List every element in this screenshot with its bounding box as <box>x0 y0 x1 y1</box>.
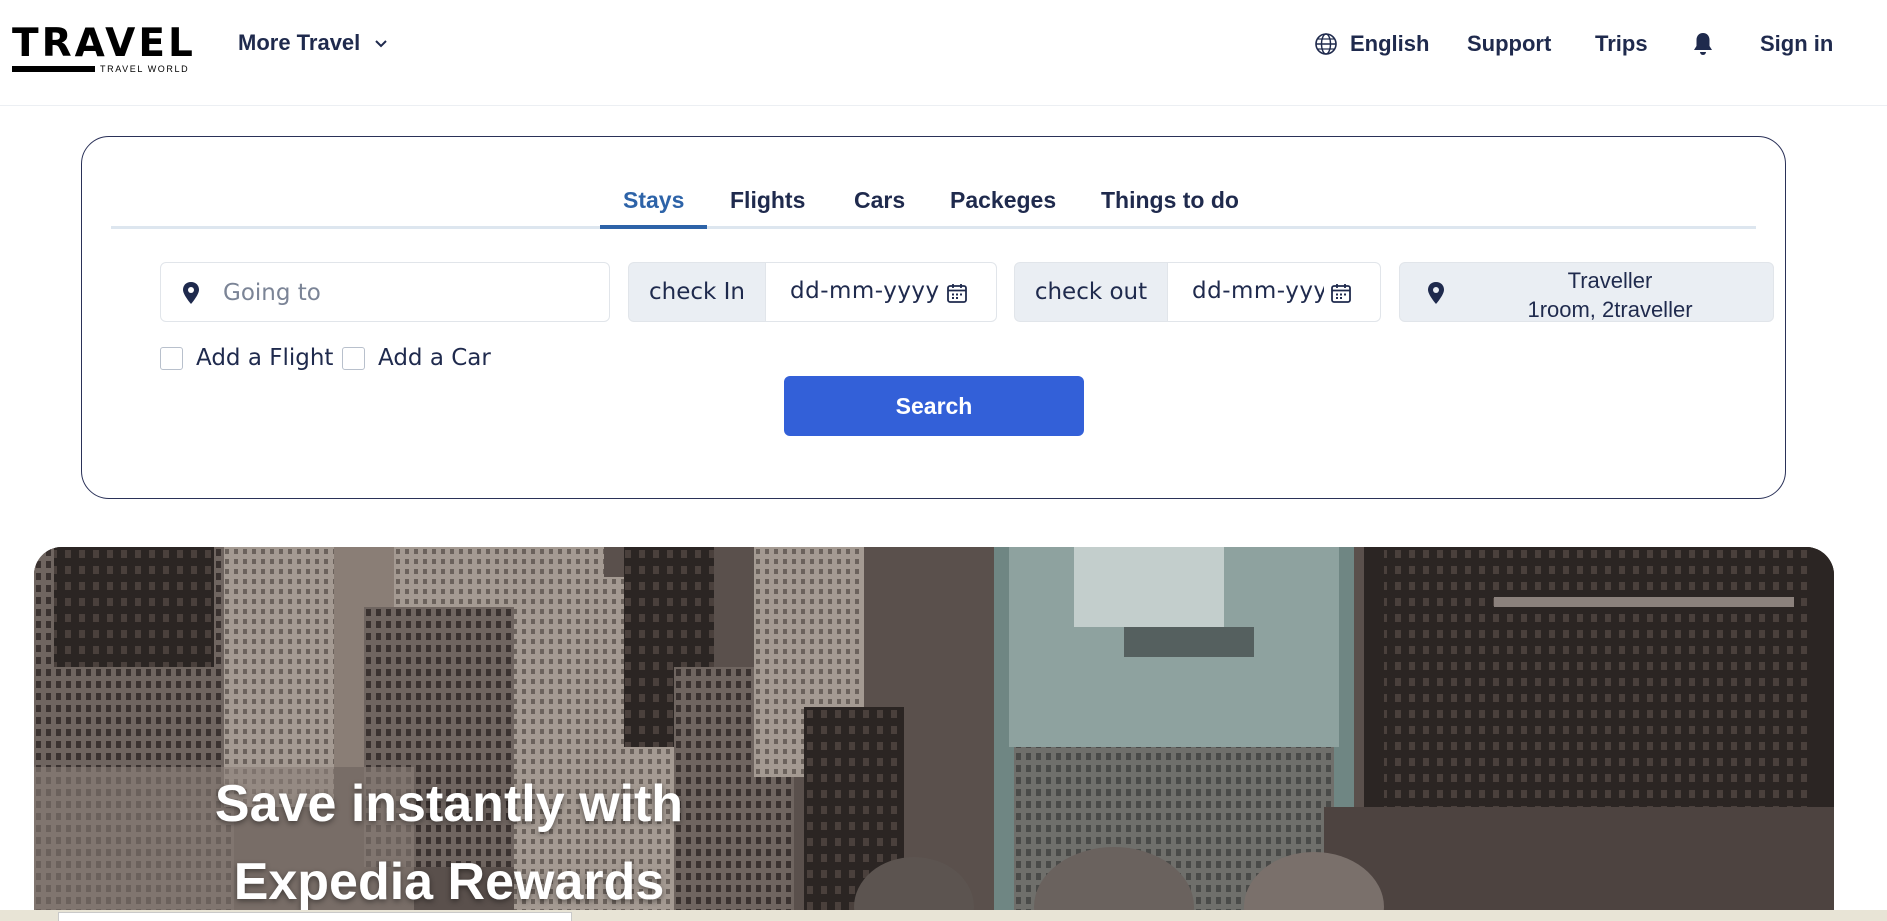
check-in-date-input[interactable]: dd-mm-yyyy <box>765 262 997 322</box>
check-in-value: dd-mm-yyyy <box>790 278 940 304</box>
add-flight-checkbox[interactable] <box>160 347 183 370</box>
hero-banner: Save instantly with Expedia Rewards <box>34 547 1834 921</box>
tab-stays[interactable]: Stays <box>623 186 684 214</box>
active-tab-indicator <box>600 225 707 229</box>
traveller-text: Traveller 1room, 2traveller <box>1460 266 1760 324</box>
tab-things-to-do[interactable]: Things to do <box>1101 186 1239 214</box>
check-out-value: dd-mm-yyyy <box>1192 278 1324 304</box>
language-link[interactable]: English <box>1350 30 1429 58</box>
more-travel-menu[interactable]: More Travel <box>238 30 388 56</box>
logo-wordmark: TRAVEL <box>12 21 196 66</box>
map-pin-icon <box>183 282 199 304</box>
logo-underline <box>12 66 95 72</box>
tab-cars[interactable]: Cars <box>854 186 905 214</box>
tab-packages[interactable]: Packeges <box>950 186 1056 214</box>
more-travel-label: More Travel <box>238 30 361 55</box>
add-flight-label[interactable]: Add a Flight <box>196 345 333 371</box>
add-car-label[interactable]: Add a Car <box>378 345 491 371</box>
calendar-icon[interactable] <box>946 282 968 304</box>
hero-title: Save instantly with Expedia Rewards <box>134 765 764 921</box>
bell-icon[interactable] <box>1691 31 1715 57</box>
check-out-date-input[interactable]: dd-mm-yyyy <box>1167 262 1381 322</box>
traveller-value: 1room, 2traveller <box>1527 297 1693 322</box>
going-to-input[interactable] <box>221 275 591 311</box>
chevron-down-icon <box>375 40 387 48</box>
trips-link[interactable]: Trips <box>1595 30 1648 58</box>
hero-title-line1: Save instantly with <box>214 775 684 833</box>
check-out-label: check out <box>1014 262 1168 322</box>
traveller-title: Traveller <box>1567 268 1653 293</box>
travel-logo[interactable]: TRAVEL TRAVEL WORLD <box>12 24 193 74</box>
map-pin-icon <box>1428 282 1444 304</box>
support-link[interactable]: Support <box>1467 30 1551 58</box>
check-in-label: check In <box>628 262 766 322</box>
calendar-icon[interactable] <box>1330 282 1352 304</box>
globe-icon[interactable] <box>1314 32 1338 56</box>
tab-flights[interactable]: Flights <box>730 186 805 214</box>
add-car-checkbox[interactable] <box>342 347 365 370</box>
traveller-selector[interactable]: Traveller 1room, 2traveller <box>1399 262 1774 322</box>
tabs-divider <box>111 226 1756 229</box>
logo-subtext: TRAVEL WORLD <box>100 64 190 74</box>
sign-in-link[interactable]: Sign in <box>1760 30 1833 58</box>
going-to-field[interactable] <box>160 262 610 322</box>
partial-card-preview <box>58 912 572 921</box>
top-header: TRAVEL TRAVEL WORLD More Travel English … <box>0 0 1887 106</box>
search-button[interactable]: Search <box>784 376 1084 436</box>
